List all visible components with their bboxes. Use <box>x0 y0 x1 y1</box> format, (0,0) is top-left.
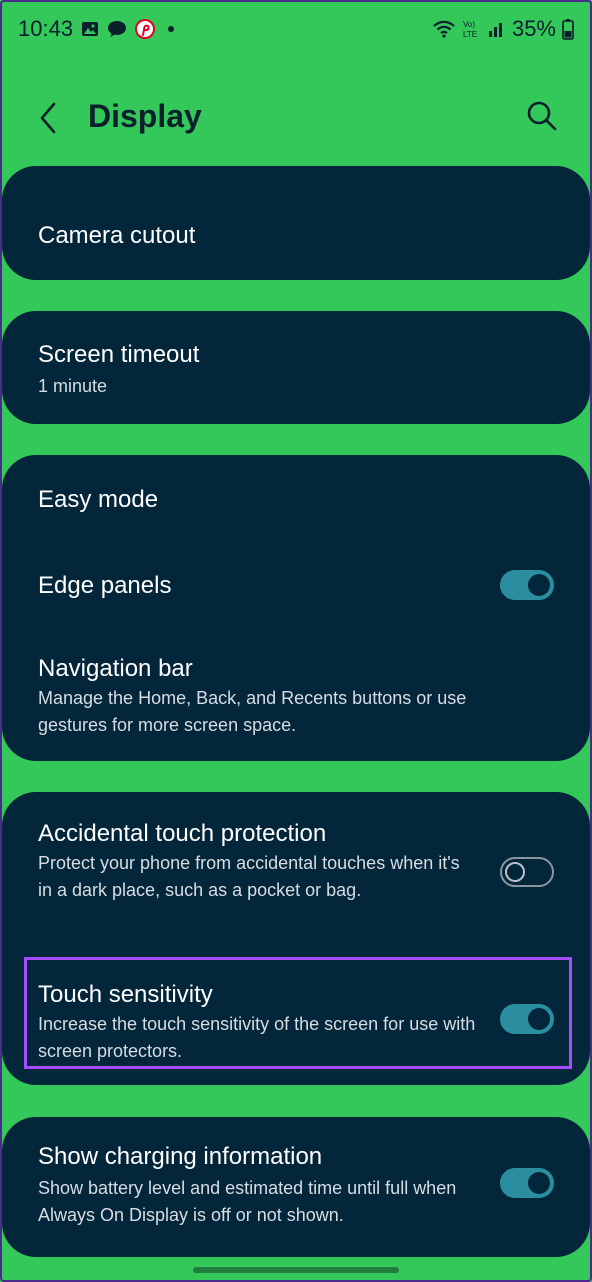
page-title: Display <box>88 98 202 134</box>
navigation-bar-row[interactable]: Navigation bar Manage the Home, Back, an… <box>2 627 590 761</box>
accidental-touch-title: Accidental touch protection <box>38 820 327 847</box>
chevron-left-icon[interactable] <box>34 98 64 138</box>
battery-percent: 35% <box>511 16 556 41</box>
system-status: Vo) LTE 35% <box>432 16 574 42</box>
signal-icon <box>488 23 502 37</box>
screen-timeout-title: Screen timeout <box>38 341 200 368</box>
accidental-touch-row[interactable]: Accidental touch protection Protect your… <box>2 792 590 952</box>
svg-text:LTE: LTE <box>463 30 477 39</box>
edge-panels-toggle[interactable] <box>500 570 554 600</box>
gesture-home-bar[interactable] <box>193 1267 399 1273</box>
touch-card: Accidental touch protection Protect your… <box>2 792 590 1085</box>
dot-icon <box>168 26 174 32</box>
touch-sensitivity-title: Touch sensitivity <box>38 981 213 1008</box>
touch-sensitivity-subtitle: Increase the touch sensitivity of the sc… <box>38 1014 476 1061</box>
navigation-bar-title: Navigation bar <box>38 655 193 682</box>
notification-icons <box>80 18 180 40</box>
camera-cutout-title: Camera cutout <box>38 222 196 249</box>
touch-sensitivity-toggle[interactable] <box>500 1004 554 1034</box>
modes-card: Easy mode Edge panels Navigation bar Man… <box>2 455 590 761</box>
screen-timeout-row[interactable]: Screen timeout 1 minute <box>2 311 590 424</box>
camera-cutout-row[interactable]: Camera cutout <box>2 166 590 280</box>
gallery-icon <box>82 22 98 36</box>
chat-icon <box>108 21 126 37</box>
battery-icon <box>562 19 574 40</box>
app-bar: Display <box>0 84 592 154</box>
navigation-bar-subtitle: Manage the Home, Back, and Recents butto… <box>38 688 467 735</box>
easy-mode-row[interactable]: Easy mode <box>2 455 590 541</box>
accidental-touch-toggle[interactable] <box>500 857 554 887</box>
charging-info-subtitle: Show battery level and estimated time un… <box>38 1178 457 1225</box>
touch-sensitivity-row[interactable]: Touch sensitivity Increase the touch sen… <box>2 957 590 1069</box>
charging-info-toggle[interactable] <box>500 1168 554 1198</box>
search-icon[interactable] <box>524 98 560 134</box>
edge-panels-row[interactable]: Edge panels <box>2 541 590 627</box>
accidental-touch-subtitle: Protect your phone from accidental touch… <box>38 853 460 900</box>
svg-text:Vo): Vo) <box>463 20 475 29</box>
volte-icon: Vo)LTE <box>463 20 477 39</box>
charging-card: Show charging information Show battery l… <box>2 1117 590 1257</box>
screen-timeout-card: Screen timeout 1 minute <box>2 311 590 424</box>
wifi-icon <box>433 20 455 38</box>
camera-cutout-card: Camera cutout <box>2 166 590 280</box>
status-bar: 10:43 Vo) LTE 35% <box>0 0 592 58</box>
charging-info-row[interactable]: Show charging information Show battery l… <box>2 1117 590 1257</box>
screen-timeout-value: 1 minute <box>38 376 108 396</box>
easy-mode-title: Easy mode <box>38 486 159 513</box>
edge-panels-title: Edge panels <box>38 572 172 599</box>
charging-info-title: Show charging information <box>38 1143 323 1170</box>
status-time: 10:43 <box>18 16 74 41</box>
pinterest-icon <box>135 19 155 39</box>
